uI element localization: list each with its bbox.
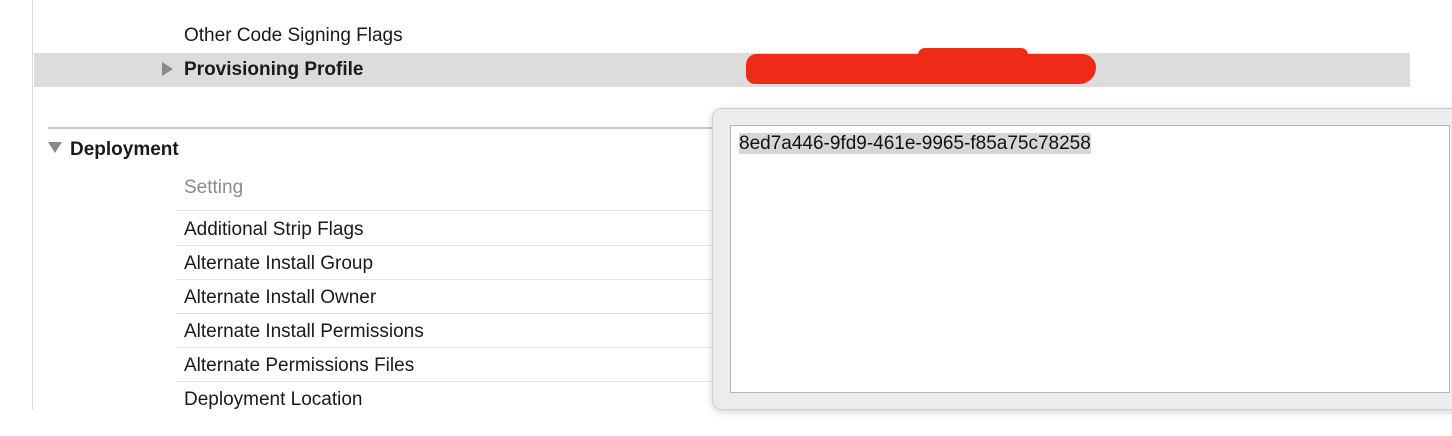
section-title: Deployment: [70, 139, 179, 160]
row-separator: [176, 313, 716, 314]
row-separator: [176, 245, 716, 246]
row-alternate-install-owner[interactable]: Alternate Install Owner: [184, 281, 376, 315]
left-divider: [32, 0, 33, 410]
disclosure-triangle-down-icon[interactable]: [48, 142, 62, 154]
row-alternate-install-permissions[interactable]: Alternate Install Permissions: [184, 315, 424, 349]
section-header-deployment[interactable]: Deployment: [48, 135, 179, 165]
row-alternate-install-group[interactable]: Alternate Install Group: [184, 247, 373, 281]
column-header-setting: Setting: [184, 177, 244, 198]
redaction-mark-tail: [918, 48, 1028, 62]
disclosure-triangle-icon[interactable]: [162, 62, 173, 76]
row-separator: [176, 347, 716, 348]
row-separator: [176, 210, 716, 211]
row-deployment-location[interactable]: Deployment Location: [184, 383, 363, 417]
value-text-field[interactable]: 8ed7a446-9fd9-461e-9965-f85a75c78258: [730, 125, 1450, 393]
row-separator: [176, 279, 716, 280]
row-provisioning-profile[interactable]: Provisioning Profile: [34, 48, 1410, 87]
selected-value-text: 8ed7a446-9fd9-461e-9965-f85a75c78258: [739, 133, 1091, 154]
provisioning-profile-label: Provisioning Profile: [184, 59, 364, 80]
row-alternate-permissions-files[interactable]: Alternate Permissions Files: [184, 349, 414, 383]
section-divider: [48, 127, 716, 129]
row-other-code-signing-flags[interactable]: Other Code Signing Flags: [184, 19, 403, 53]
row-separator: [176, 381, 716, 382]
row-additional-strip-flags[interactable]: Additional Strip Flags: [184, 213, 364, 247]
value-editor-popover: 8ed7a446-9fd9-461e-9965-f85a75c78258: [712, 108, 1452, 410]
